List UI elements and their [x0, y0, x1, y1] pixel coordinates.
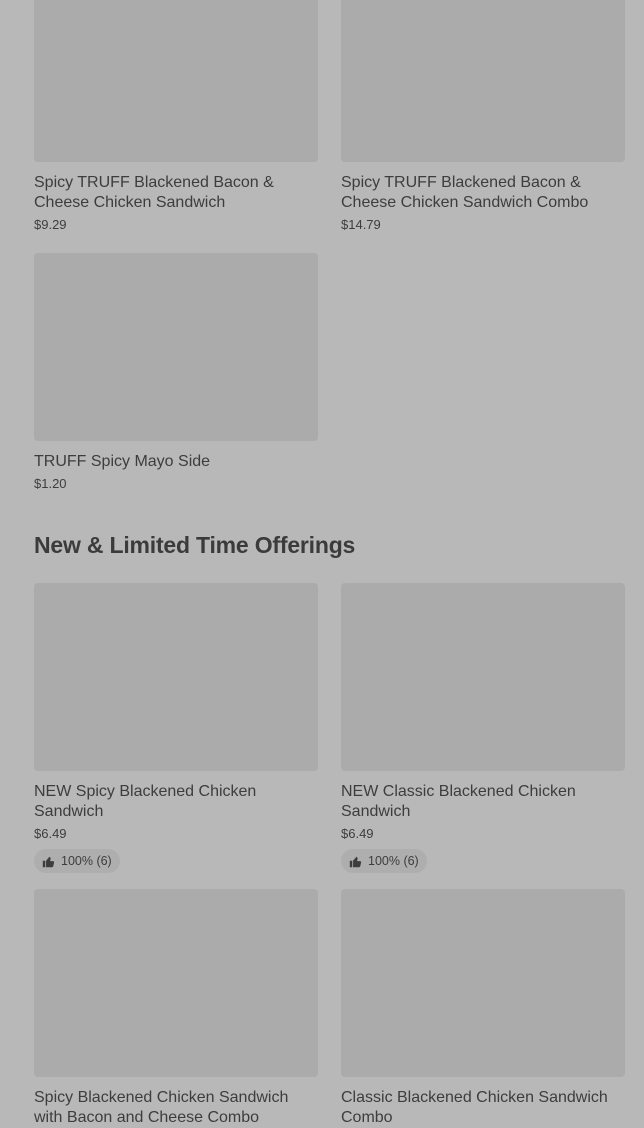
- item-image: [34, 253, 318, 441]
- rating-badge: 100% (6): [34, 849, 120, 873]
- item-name: NEW Spicy Blackened Chicken Sandwich: [34, 783, 257, 820]
- menu-item-card[interactable]: Spicy TRUFF Blackened Bacon & Cheese Chi…: [341, 0, 625, 232]
- item-image: [34, 889, 318, 1077]
- item-name: Spicy TRUFF Blackened Bacon & Cheese Chi…: [34, 174, 274, 211]
- item-name: Classic Blackened Chicken Sandwich Combo: [341, 1089, 608, 1126]
- item-image: [34, 0, 318, 162]
- item-name: Spicy TRUFF Blackened Bacon & Cheese Chi…: [341, 174, 589, 211]
- item-price: $14.79: [341, 217, 381, 232]
- item-price: $6.49: [34, 826, 67, 841]
- thumbs-up-icon: [42, 856, 55, 867]
- section-title: New & Limited Time Offerings: [34, 532, 356, 558]
- item-image: [341, 889, 625, 1077]
- item-name: NEW Classic Blackened Chicken Sandwich: [341, 783, 576, 820]
- menu-item-card[interactable]: Classic Blackened Chicken Sandwich Combo: [341, 889, 625, 1128]
- rating-text: 100% (6): [61, 854, 112, 868]
- menu-item-card[interactable]: NEW Spicy Blackened Chicken Sandwich $6.…: [34, 583, 318, 873]
- menu-item-card[interactable]: NEW Classic Blackened Chicken Sandwich $…: [341, 583, 625, 873]
- item-name: TRUFF Spicy Mayo Side: [34, 453, 211, 470]
- item-name: Spicy Blackened Chicken Sandwich with Ba…: [34, 1089, 289, 1126]
- item-price: $6.49: [341, 826, 374, 841]
- menu-item-card[interactable]: TRUFF Spicy Mayo Side $1.20: [34, 253, 318, 491]
- menu-item-card[interactable]: Spicy TRUFF Blackened Bacon & Cheese Chi…: [34, 0, 318, 232]
- rating-badge: 100% (6): [341, 849, 427, 873]
- item-price: $1.20: [34, 476, 67, 491]
- menu-item-card[interactable]: Spicy Blackened Chicken Sandwich with Ba…: [34, 889, 318, 1128]
- thumbs-up-icon: [349, 856, 362, 867]
- rating-text: 100% (6): [368, 854, 419, 868]
- item-image: [341, 0, 625, 162]
- item-image: [341, 583, 625, 771]
- item-price: $9.29: [34, 217, 67, 232]
- item-image: [34, 583, 318, 771]
